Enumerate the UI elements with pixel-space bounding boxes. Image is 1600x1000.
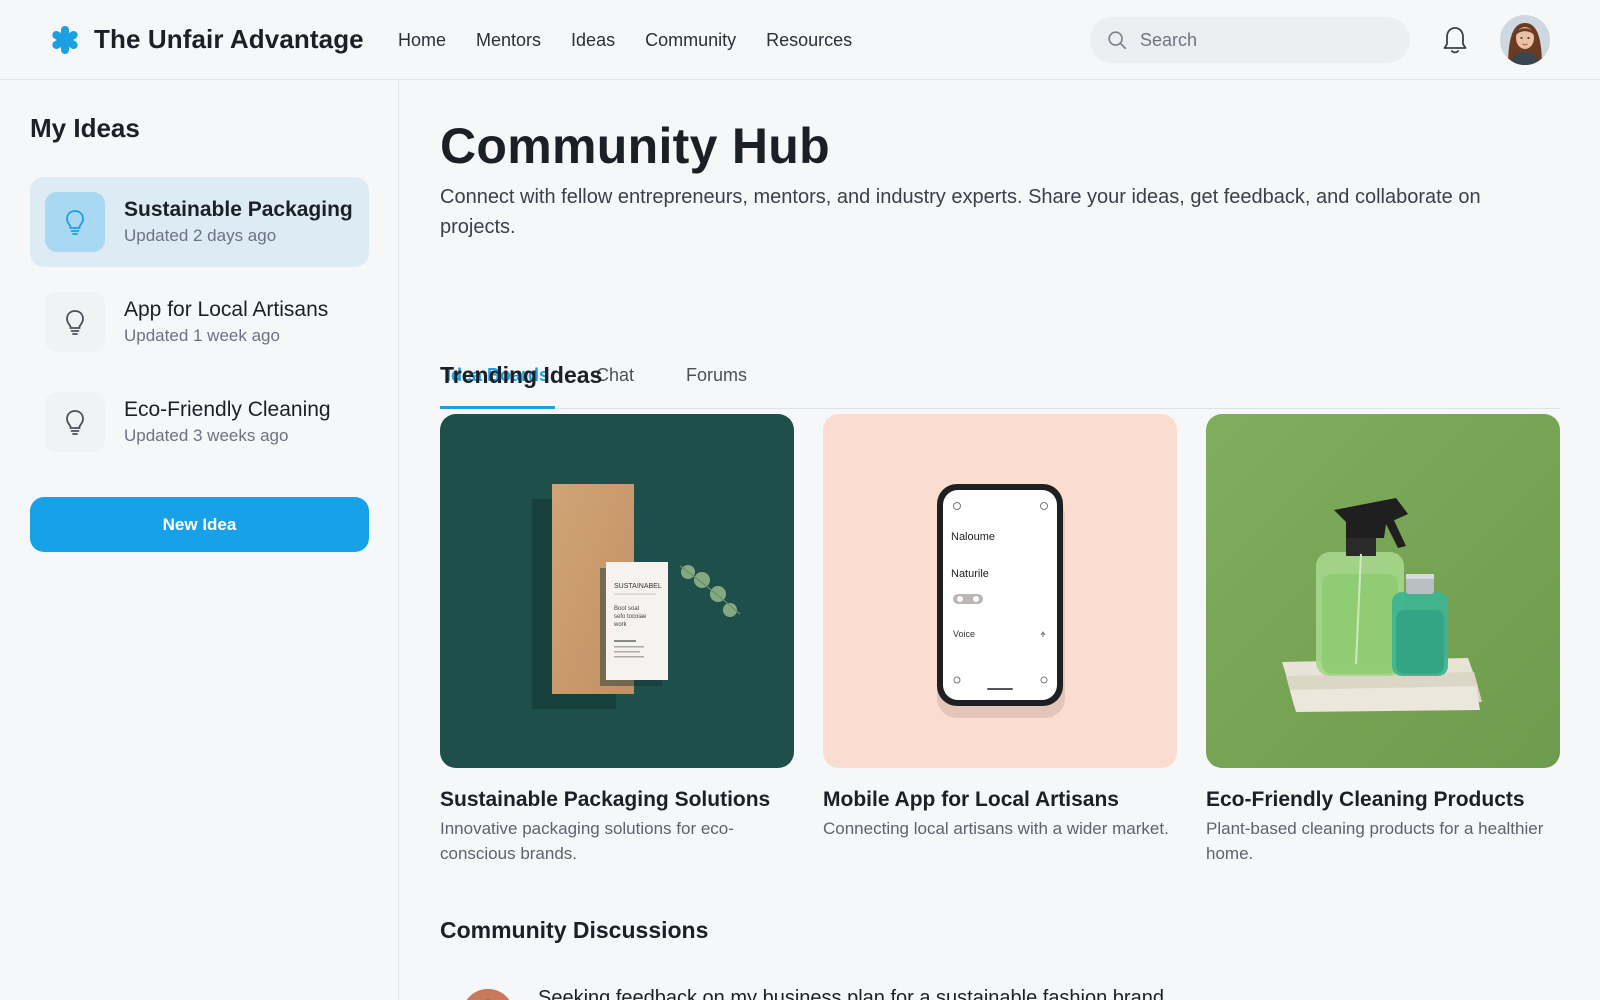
card-description: Plant-based cleaning products for a heal…	[1206, 819, 1544, 863]
phone-text-line-3: Voice	[953, 629, 975, 639]
top-navigation-bar: The Unfair Advantage Home Mentors Ideas …	[0, 0, 1600, 80]
new-idea-button[interactable]: New Idea	[30, 497, 369, 552]
card-title: Sustainable Packaging Solutions	[440, 788, 771, 811]
discussion-title: Seeking feedback on my business plan for…	[538, 987, 1164, 1000]
card-image-artisans: Naloume Naturile Voice	[823, 414, 1177, 768]
idea-card-artisans[interactable]: Naloume Naturile Voice Mobile App for Lo…	[823, 414, 1177, 841]
avatar	[462, 989, 514, 1000]
mock-label-brand: SUSTAINABEL	[614, 583, 662, 590]
phone-text-line-2: Naturile	[951, 568, 989, 580]
page-title: Community Hub	[440, 118, 830, 174]
phone-text-line-1: Naloume	[951, 531, 995, 543]
community-discussions-heading: Community Discussions	[440, 917, 709, 943]
nav-link-ideas[interactable]: Ideas	[571, 28, 615, 52]
nav-link-resources[interactable]: Resources	[766, 28, 852, 52]
idea-card-packaging[interactable]: SUSTAINABEL Boot soal sefo tocoiae work	[440, 414, 794, 866]
idea-title: App for Local Artisans	[124, 298, 329, 321]
bell-icon[interactable]	[1441, 25, 1469, 55]
card-image-cleaning	[1206, 414, 1560, 768]
asterisk-logo-icon	[52, 25, 78, 54]
card-title: Mobile App for Local Artisans	[823, 788, 1119, 811]
card-title: Eco-Friendly Cleaning Products	[1206, 788, 1525, 811]
idea-updated: Updated 2 days ago	[124, 226, 277, 245]
main-nav: Home Mentors Ideas Community Resources	[398, 28, 882, 52]
idea-updated: Updated 3 weeks ago	[124, 426, 289, 445]
search-bar[interactable]	[1090, 17, 1410, 63]
sidebar: My Ideas Sustainable Packaging Updated 2…	[0, 81, 399, 1000]
sidebar-item-local-artisans[interactable]: App for Local Artisans Updated 1 week ag…	[30, 277, 369, 367]
nav-link-home[interactable]: Home	[398, 28, 446, 52]
card-description: Innovative packaging solutions for eco-c…	[440, 819, 734, 863]
idea-title: Eco-Friendly Cleaning	[124, 398, 331, 421]
search-icon	[1108, 31, 1127, 50]
sidebar-item-eco-cleaning[interactable]: Eco-Friendly Cleaning Updated 3 weeks ag…	[30, 377, 369, 467]
idea-updated: Updated 1 week ago	[124, 326, 280, 345]
card-image-packaging: SUSTAINABEL Boot soal sefo tocoiae work	[440, 414, 794, 768]
idea-title: Sustainable Packaging	[124, 198, 353, 221]
idea-card-cleaning[interactable]: Eco-Friendly Cleaning Products Plant-bas…	[1206, 414, 1560, 866]
avatar[interactable]	[1500, 15, 1550, 65]
nav-link-community[interactable]: Community	[645, 28, 736, 52]
brand-name: The Unfair Advantage	[94, 24, 364, 54]
sidebar-title: My Ideas	[30, 113, 140, 143]
discussion-item[interactable]: Seeking feedback on my business plan for…	[462, 981, 1562, 1000]
tab-bar: Idea Boards Chat Forums	[440, 349, 1560, 409]
lightbulb-icon	[45, 292, 105, 352]
lightbulb-icon	[45, 192, 105, 252]
svg-text:work: work	[613, 622, 628, 628]
lightbulb-icon	[45, 392, 105, 452]
tab-forums[interactable]: Forums	[686, 349, 747, 409]
nav-link-mentors[interactable]: Mentors	[476, 28, 541, 52]
search-input[interactable]	[1140, 29, 1380, 51]
svg-text:Boot soal: Boot soal	[614, 606, 639, 612]
brand[interactable]: The Unfair Advantage	[50, 24, 364, 55]
sidebar-item-sustainable-packaging[interactable]: Sustainable Packaging Updated 2 days ago	[30, 177, 369, 267]
page-description: Connect with fellow entrepreneurs, mento…	[440, 186, 1481, 238]
card-description: Connecting local artisans with a wider m…	[823, 819, 1169, 838]
svg-text:sefo tocoiae: sefo tocoiae	[614, 614, 647, 620]
trending-ideas-heading: Trending Ideas	[440, 362, 603, 388]
